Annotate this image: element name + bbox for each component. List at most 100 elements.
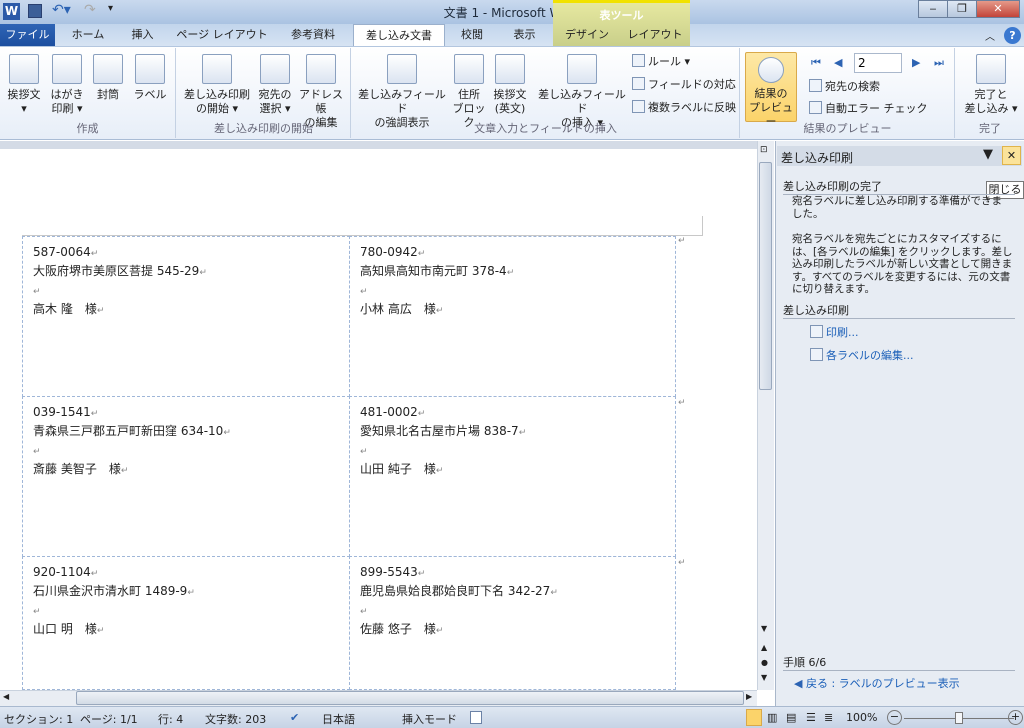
zoom-in-icon[interactable]: + xyxy=(1008,710,1023,725)
scroll-right-icon[interactable]: ▶ xyxy=(746,692,752,701)
greeting-icon xyxy=(9,54,39,84)
next-page-icon[interactable]: ▼ xyxy=(761,673,767,682)
tab-layout[interactable]: レイアウト xyxy=(622,24,688,46)
update-labels-button[interactable]: 複数ラベルに反映 xyxy=(632,100,736,116)
pane-close-icon[interactable]: ✕ xyxy=(1002,146,1021,165)
paragraph-mark: ↵ xyxy=(417,249,426,259)
greeting-letter-button[interactable]: 挨拶文 ▾ xyxy=(2,54,46,116)
envelope-button[interactable]: 封筒 xyxy=(88,54,128,102)
start-mail-merge-button[interactable]: 差し込み印刷 の開始 ▾ xyxy=(179,54,255,116)
finish-merge-button[interactable]: 完了と 差し込み ▾ xyxy=(960,54,1022,116)
tab-page-layout[interactable]: ページ レイアウト xyxy=(172,24,272,46)
full-screen-view-icon[interactable]: ▥ xyxy=(767,711,777,724)
draft-view-icon[interactable]: ≣ xyxy=(824,711,833,724)
print-link[interactable]: 印刷... xyxy=(810,324,859,340)
label-name: 佐藤 悠子 様 xyxy=(360,622,436,636)
highlight-fields-button[interactable]: 差し込みフィールド の強調表示 xyxy=(354,54,450,130)
match-fields-icon xyxy=(632,77,645,90)
title-bar: W ↶▾ ↷ ▾ 文書 1 - Microsoft Word ‒ ❐ ✕ xyxy=(0,0,1024,24)
magnifier-abc-icon xyxy=(758,57,784,83)
scroll-down-icon[interactable]: ▼ xyxy=(761,624,767,633)
label-cell[interactable]: 780-0942↵ 高知県高知市南元町 378-4↵ ↵ 小林 高広 様↵ xyxy=(349,236,676,397)
horizontal-scroll-thumb[interactable] xyxy=(76,691,744,705)
help-icon[interactable]: ? xyxy=(1004,27,1021,44)
status-insert-mode[interactable]: 挿入モード xyxy=(402,711,457,727)
label-cell[interactable]: 899-5543↵ 鹿児島県姶良郡姶良町下名 342-27↵ ↵ 佐藤 悠子 様↵ xyxy=(349,556,676,690)
next-record-icon[interactable]: ▶ xyxy=(912,56,920,69)
margin-mark xyxy=(702,216,703,236)
previous-page-icon[interactable]: ▲ xyxy=(761,643,767,652)
zoom-out-icon[interactable]: − xyxy=(887,710,902,725)
minimize-button[interactable]: ‒ xyxy=(918,0,948,18)
back-arrow-icon: ◀ xyxy=(794,677,806,690)
highlight-fields-icon xyxy=(387,54,417,84)
browse-object-icon[interactable]: ● xyxy=(761,658,768,667)
edit-labels-link[interactable]: 各ラベルの編集... xyxy=(810,347,914,363)
postcard-print-button[interactable]: はがき 印刷 ▾ xyxy=(46,54,88,116)
match-fields-button[interactable]: フィールドの対応 xyxy=(632,77,736,93)
pane-instructions-text: 宛名ラベルを宛先ごとにカスタマイズするには、[各ラベルの編集] をクリックします… xyxy=(792,233,1013,295)
status-word-count[interactable]: 文字数: 203 xyxy=(205,711,266,727)
tab-design[interactable]: デザイン xyxy=(558,24,616,46)
label-address: 愛知県北名古屋市片場 838-7 xyxy=(360,424,519,438)
pane-header: 差し込み印刷 ▼ ✕ xyxy=(777,146,1022,166)
collapse-ribbon-icon[interactable]: ︿ xyxy=(985,28,995,43)
last-record-icon[interactable]: ⏭ xyxy=(934,56,944,70)
paragraph-mark: ↵ xyxy=(199,268,207,278)
find-recipient-button[interactable]: 宛先の検索 xyxy=(809,79,880,95)
label-cell[interactable]: 481-0002↵ 愛知県北名古屋市片場 838-7↵ ↵ 山田 純子 様↵ xyxy=(349,396,676,557)
status-section[interactable]: セクション: 1 xyxy=(4,711,73,727)
tab-mailings[interactable]: 差し込み文書 xyxy=(353,24,445,46)
label-zip: 780-0942 xyxy=(360,245,418,259)
proofing-icon[interactable]: ✔ xyxy=(290,711,299,724)
insert-merge-field-button[interactable]: 差し込みフィールド の挿入 ▾ xyxy=(534,54,630,130)
edit-document-icon xyxy=(810,348,823,361)
label-cell[interactable]: 039-1541↵ 青森県三戸郡五戸町新田窪 634-10↵ ↵ 斎藤 美智子 様↵ xyxy=(22,396,350,557)
preview-results-button[interactable]: 結果の プレビュー xyxy=(745,52,797,128)
group-label: 文章入力とフィールドの挿入 xyxy=(474,122,617,135)
tab-references[interactable]: 参考資料 xyxy=(280,24,346,46)
vertical-scroll-thumb[interactable] xyxy=(759,162,772,390)
greeting-line-button[interactable]: 挨拶文 (英文) xyxy=(488,54,532,116)
tab-file[interactable]: ファイル xyxy=(0,24,55,46)
first-record-icon[interactable]: ⏮ xyxy=(811,56,821,70)
tab-view[interactable]: 表示 xyxy=(502,24,547,46)
tab-home[interactable]: ホーム xyxy=(62,24,114,46)
postcard-icon xyxy=(52,54,82,84)
paragraph-mark: ↵ xyxy=(435,626,444,636)
finish-merge-icon xyxy=(976,54,1006,84)
labels-button[interactable]: ラベル xyxy=(130,54,170,102)
edit-recipient-list-button[interactable]: アドレス帳 の編集 xyxy=(295,54,347,130)
previous-record-icon[interactable]: ◀ xyxy=(834,56,842,69)
label-address: 石川県金沢市清水町 1489-9 xyxy=(33,584,188,598)
close-window-button[interactable]: ✕ xyxy=(976,0,1020,18)
paragraph-mark: ↵ xyxy=(33,287,41,297)
macro-record-icon[interactable] xyxy=(470,711,482,724)
address-block-button[interactable]: 住所 ブロック xyxy=(450,54,488,130)
tab-review[interactable]: 校閲 xyxy=(452,24,492,46)
web-layout-view-icon[interactable]: ▤ xyxy=(786,711,796,724)
auto-check-errors-button[interactable]: 自動エラー チェック xyxy=(809,101,928,117)
pane-options-icon[interactable]: ▼ xyxy=(983,147,993,162)
rules-icon xyxy=(632,54,645,67)
status-line[interactable]: 行: 4 xyxy=(158,711,183,727)
zoom-slider-thumb[interactable] xyxy=(955,712,963,724)
label-cell[interactable]: 920-1104↵ 石川県金沢市清水町 1489-9↵ ↵ 山口 明 様↵ xyxy=(22,556,350,690)
zoom-level[interactable]: 100% xyxy=(846,711,877,724)
ruler-toggle-icon[interactable]: ⊡ xyxy=(760,145,768,155)
group-label: 完了 xyxy=(979,122,1001,135)
label-zip: 899-5543 xyxy=(360,565,418,579)
back-link[interactable]: ◀ 戻る : ラベルのプレビュー表示 xyxy=(794,675,960,691)
select-recipients-button[interactable]: 宛先の 選択 ▾ xyxy=(255,54,295,116)
scroll-left-icon[interactable]: ◀ xyxy=(3,692,9,701)
record-number-input[interactable] xyxy=(854,53,902,73)
rules-button[interactable]: ルール ▾ xyxy=(632,54,690,70)
status-page[interactable]: ページ: 1/1 xyxy=(80,711,138,727)
restore-button[interactable]: ❐ xyxy=(947,0,977,18)
status-language[interactable]: 日本語 xyxy=(322,711,355,727)
print-layout-view-icon[interactable] xyxy=(746,709,762,726)
tab-insert[interactable]: 挿入 xyxy=(120,24,165,46)
table-tools-label: 表ツール xyxy=(599,9,644,22)
outline-view-icon[interactable]: ☰ xyxy=(806,711,816,724)
label-cell[interactable]: 587-0064↵ 大阪府堺市美原区菩提 545-29↵ ↵ 高木 隆 様↵ xyxy=(22,236,350,397)
